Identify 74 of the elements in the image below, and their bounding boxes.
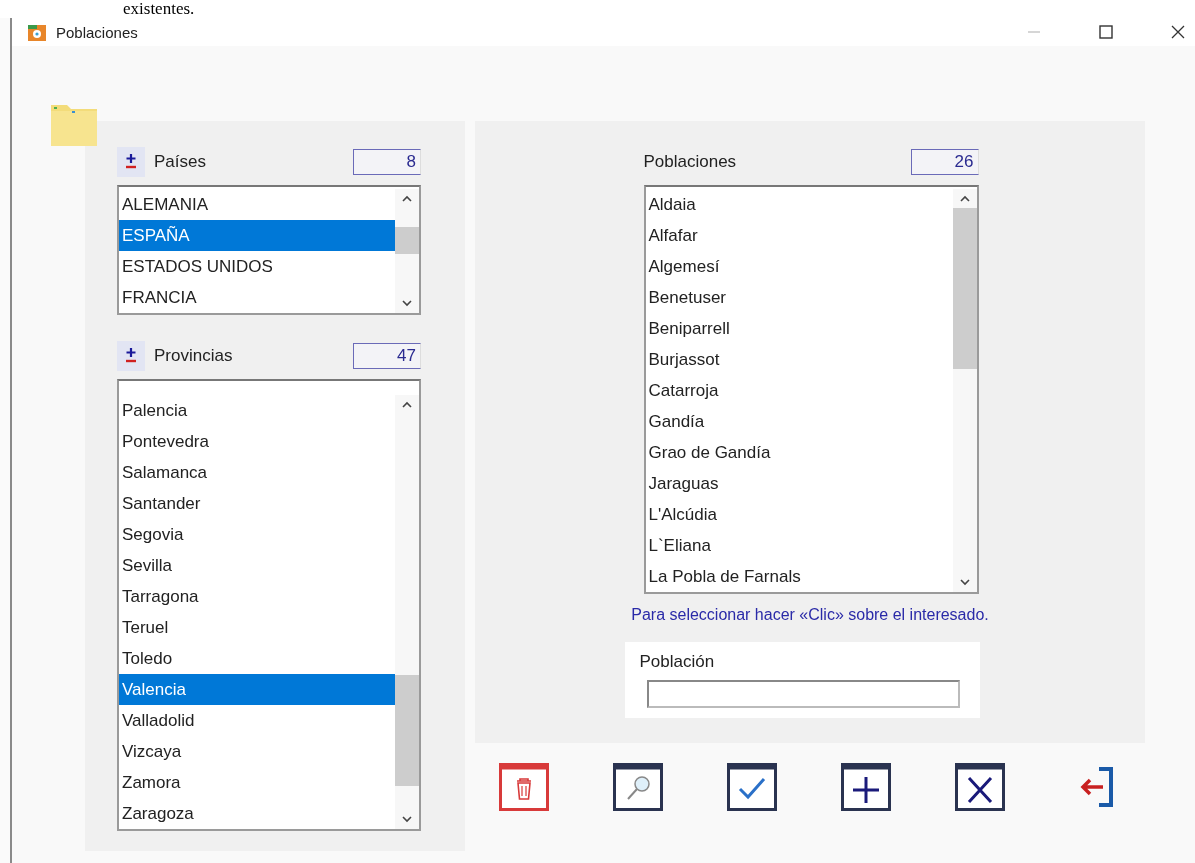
- list-item[interactable]: L'Alcúdia: [645, 499, 953, 530]
- accept-button[interactable]: [727, 763, 777, 811]
- chevron-up-icon[interactable]: [402, 195, 412, 202]
- list-item[interactable]: Alfafar: [645, 220, 953, 251]
- list-item[interactable]: ALEMANIA: [119, 189, 395, 220]
- list-item[interactable]: Grao de Gandía: [645, 437, 953, 468]
- list-item[interactable]: Santander: [119, 488, 395, 519]
- list-item[interactable]: Beniparrell: [645, 313, 953, 344]
- window-title: Poblaciones: [56, 23, 138, 41]
- add-remove-button[interactable]: [117, 147, 145, 177]
- hint-text: Para seleccionar hacer «Clic» sobre el interesado.: [631, 606, 989, 624]
- chevron-up-icon[interactable]: [402, 401, 412, 408]
- list-item[interactable]: Salamanca: [119, 457, 395, 488]
- list-item[interactable]: Burjassot: [645, 344, 953, 375]
- chevron-down-icon[interactable]: [402, 816, 412, 823]
- list-item[interactable]: Palencia: [119, 395, 395, 426]
- scrollbar-thumb[interactable]: [395, 675, 419, 787]
- plus-minus-icon: [124, 347, 138, 365]
- app-icon: [27, 22, 47, 42]
- list-item[interactable]: Catarroja: [645, 375, 953, 406]
- cancel-button[interactable]: [955, 763, 1005, 811]
- list-item[interactable]: Tarragona: [119, 581, 395, 612]
- count-field: 26: [910, 149, 979, 175]
- list-item[interactable]: FRANCIA: [119, 282, 395, 313]
- chevron-up-icon[interactable]: [959, 195, 970, 202]
- list-item[interactable]: Teruel: [119, 612, 395, 643]
- list-label: Poblaciones: [643, 152, 737, 172]
- list-item[interactable]: Benetuser: [645, 282, 953, 313]
- add-button[interactable]: [841, 763, 891, 811]
- chevron-down-icon[interactable]: [959, 579, 970, 586]
- field-label: Población: [639, 652, 716, 672]
- list-item[interactable]: Jaraguas: [645, 468, 953, 499]
- trash-icon: [499, 763, 549, 811]
- list-item[interactable]: Zaragoza: [119, 798, 395, 829]
- count-field: 47: [353, 343, 421, 369]
- close-icon[interactable]: [1171, 25, 1185, 39]
- add-remove-button[interactable]: [117, 341, 145, 371]
- list-item[interactable]: Segovia: [119, 519, 395, 550]
- list-item[interactable]: Zamora: [119, 767, 395, 798]
- chevron-down-icon[interactable]: [402, 300, 412, 307]
- list-item[interactable]: Gandía: [645, 406, 953, 437]
- scrollbar-thumb[interactable]: [952, 208, 977, 369]
- list-box[interactable]: Palencia Pontevedra Salamanca Santander Segovia Sevilla Tarragona Teruel Toledo Valencia Valladolid Vizcaya Zamora Zaragoza: [117, 379, 421, 831]
- list-item[interactable]: Vizcaya: [119, 736, 395, 767]
- plus-minus-icon: [124, 153, 138, 171]
- list-item[interactable]: Algemesí: [645, 251, 953, 282]
- maximize-icon[interactable]: [1099, 25, 1113, 39]
- list-box[interactable]: ALEMANIA ESPAÑA ESTADOS UNIDOS FRANCIA: [117, 185, 421, 315]
- list-item[interactable]: Valencia: [119, 674, 395, 705]
- scrollbar-thumb[interactable]: [395, 226, 419, 255]
- list-label: Provincias: [154, 346, 233, 366]
- cross-icon: [955, 763, 1005, 811]
- list-box[interactable]: Aldaia Alfafar Algemesí Benetuser Beniparrell Burjassot Catarroja Gandía Grao de Gandía Jaraguas L'Alcúdia L`Eliana La Pobla de Farnals: [643, 185, 979, 594]
- magnifier-icon: [613, 763, 663, 811]
- check-icon: [727, 763, 777, 811]
- scrollbar[interactable]: [395, 189, 419, 313]
- list-label: Países: [154, 152, 206, 172]
- scrollbar[interactable]: [952, 189, 977, 592]
- delete-button[interactable]: [499, 763, 549, 811]
- list-item[interactable]: Valladolid: [119, 705, 395, 736]
- list-item[interactable]: Pontevedra: [119, 426, 395, 457]
- list-item[interactable]: ESTADOS UNIDOS: [119, 251, 395, 282]
- input-field[interactable]: [646, 680, 960, 708]
- search-button[interactable]: [613, 763, 663, 811]
- list-item[interactable]: ESPAÑA: [119, 220, 395, 251]
- count-field: 8: [353, 149, 421, 175]
- plus-icon: [841, 763, 891, 811]
- page-text: existentes.: [123, 0, 195, 18]
- list-item[interactable]: L`Eliana: [645, 530, 953, 561]
- list-item[interactable]: La Pobla de Farnals: [645, 561, 953, 592]
- list-item[interactable]: Sevilla: [119, 550, 395, 581]
- scrollbar[interactable]: [395, 395, 419, 829]
- list-item[interactable]: Aldaia: [645, 189, 953, 220]
- list-item[interactable]: Toledo: [119, 643, 395, 674]
